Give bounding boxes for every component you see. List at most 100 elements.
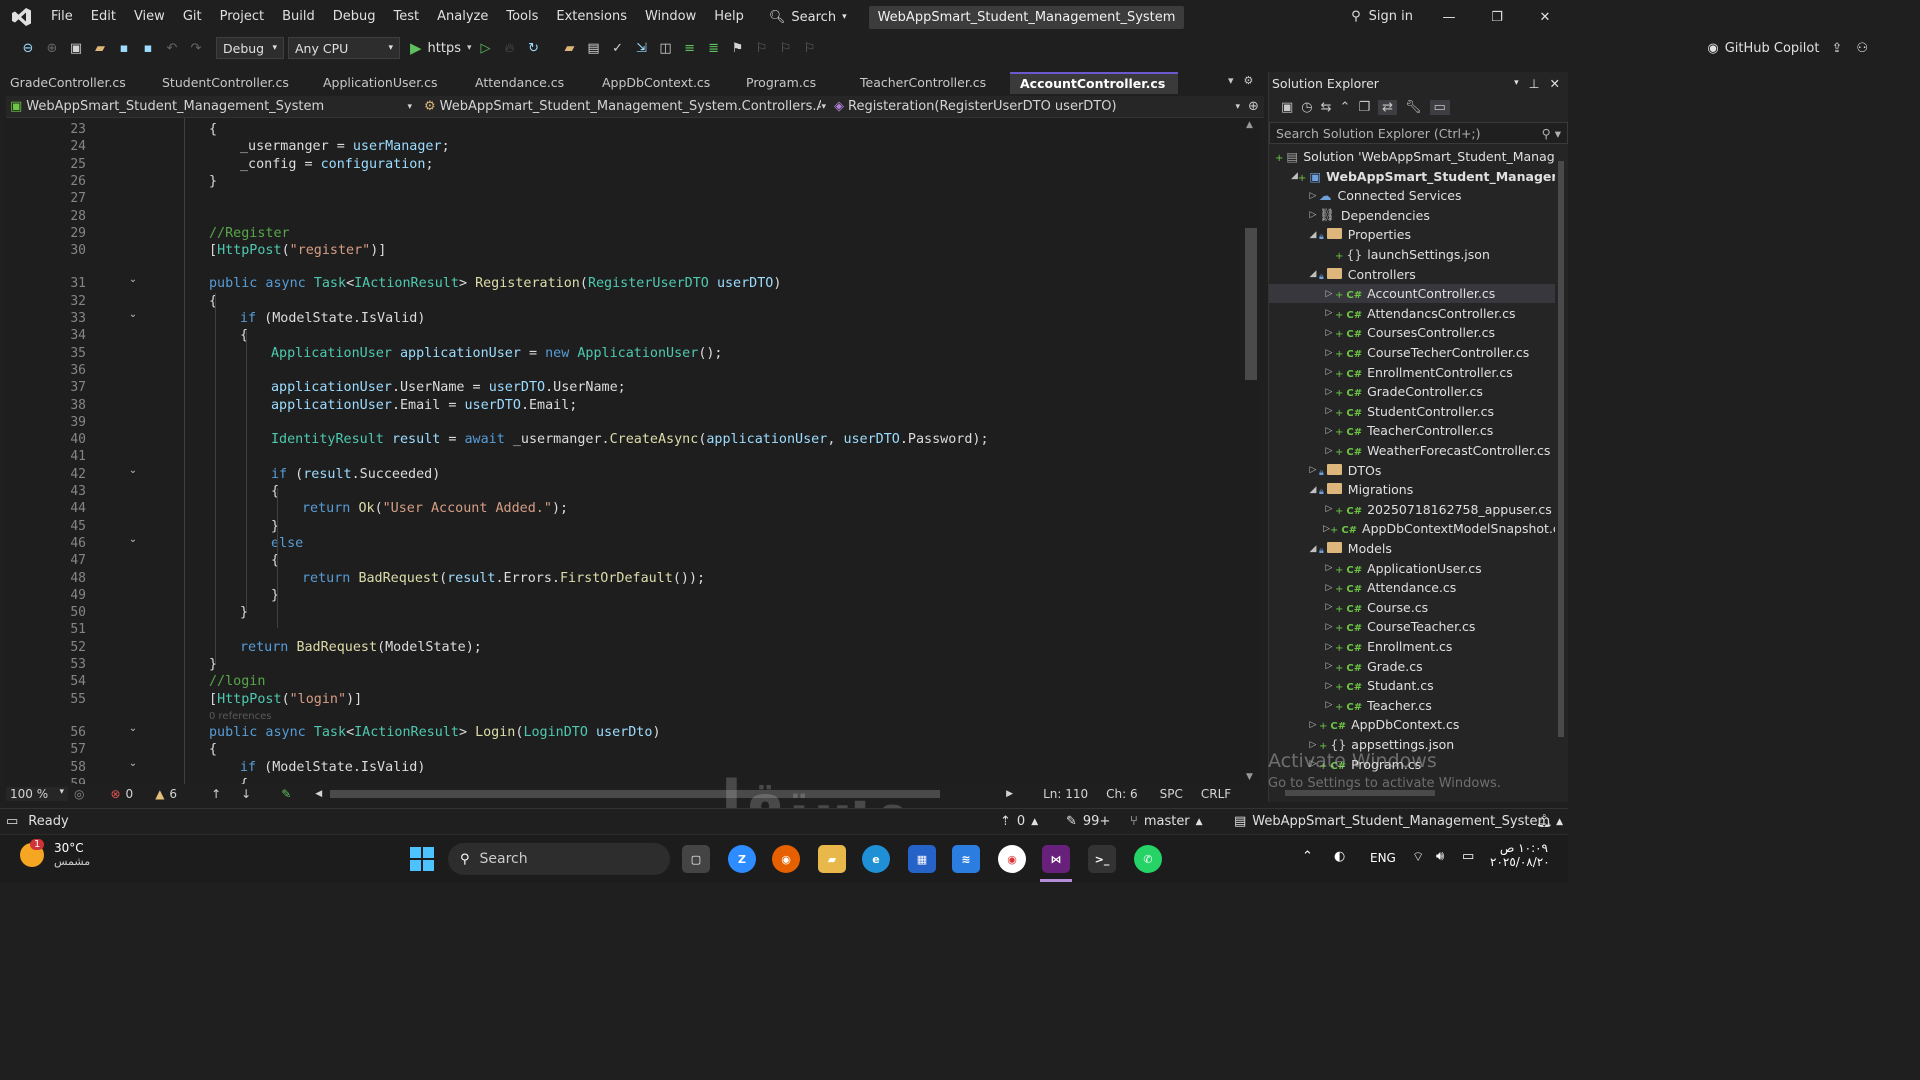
code-line[interactable]: if (ModelState.IsValid) [240,759,425,776]
copilot-status-icon[interactable]: ◎ [74,787,84,801]
start-button[interactable] [410,847,434,871]
tree-item-course-cs[interactable]: ▷ + C# Course.cs [1269,598,1555,617]
tree-item-weatherforecastcontroller-cs[interactable]: ▷ + C# WeatherForecastController.cs [1269,441,1555,460]
bookmark-next-icon[interactable]: ⚐ [776,38,796,58]
close-panel-icon[interactable]: ✕ [1550,76,1560,91]
column-indicator[interactable]: Ch: 6 [1106,787,1137,801]
restore-button[interactable]: ❐ [1474,0,1520,34]
feedback-icon[interactable]: ⚇ [1856,41,1868,56]
solution-search-input[interactable]: Search Solution Explorer (Ctrl+;) ⚲ ▾ [1269,122,1568,144]
collapsed-arrow-icon[interactable]: ▷ [1307,210,1319,220]
tree-item-courseteacher-cs[interactable]: ▷ + C# CourseTeacher.cs [1269,617,1555,636]
collapsed-arrow-icon[interactable]: ▷ [1323,602,1335,612]
close-window-button[interactable]: ✕ [1522,0,1568,34]
code-line[interactable]: public async Task<IActionResult> Login(L… [209,724,661,741]
tree-item-migrations[interactable]: ◢ 🔒︎ Migrations [1269,480,1555,499]
changes-indicator[interactable]: ✎ 99+ [1066,814,1110,829]
code-line[interactable]: applicationUser.Email = userDTO.Email; [271,397,577,414]
network-status-icon[interactable]: ◐ [1334,849,1345,864]
configuration-dropdown[interactable]: Debug ▾ [216,37,284,59]
zoom-app-icon[interactable]: Z [728,845,756,873]
collapsed-arrow-icon[interactable]: ▷ [1323,622,1335,632]
filter-icon[interactable]: ⇄ [1378,99,1398,115]
code-editor[interactable]: 23 24 25 26 27 28 29 30 31 32 33 34 35 36 37 38 39 40 41 42… [6,118,1244,784]
chrome-app-icon[interactable]: ◉ [998,845,1026,873]
forward-nav-icon[interactable]: ⊕ [42,38,62,58]
tree-item-dependencies[interactable]: ▷ ⛓︎ Dependencies [1269,206,1555,225]
tree-item-grade-cs[interactable]: ▷ + C# Grade.cs [1269,657,1555,676]
expanded-arrow-icon[interactable]: ◢ [1307,269,1319,279]
code-line[interactable]: //login [209,673,265,690]
split-icon[interactable]: ⊕ [1248,99,1264,114]
store-app-icon[interactable]: ▦ [908,845,936,873]
collapsed-arrow-icon[interactable]: ▷ [1323,563,1335,573]
tree-item-solution-webappsmart-student-manageme[interactable]: + ▤ Solution 'WebAppSmart_Student_Manageme [1269,147,1555,166]
menu-build[interactable]: Build [273,0,324,34]
sync-icon[interactable]: ⇆ [1321,100,1332,115]
edge-app-icon[interactable]: e [862,845,890,873]
hscroll-left-icon[interactable]: ◀ [315,789,322,799]
menu-git[interactable]: Git [174,0,211,34]
collapsed-arrow-icon[interactable]: ▷ [1323,406,1335,416]
code-line[interactable]: } [209,173,217,190]
restart-icon[interactable]: ↻ [524,38,544,58]
tab-studentcontroller[interactable]: StudentController.cs [152,72,313,94]
menu-file[interactable]: File [42,0,82,34]
outdent-icon[interactable]: ≣ [704,38,724,58]
branch-indicator[interactable]: ⑂ master ▲ [1130,814,1203,829]
code-line[interactable]: { [240,776,248,784]
tree-item-appdbcontext-cs[interactable]: ▷ + C# AppDbContext.cs [1269,715,1555,734]
settings-gear-icon[interactable]: ⚙ [1244,74,1254,87]
expanded-arrow-icon[interactable]: ◢ [1291,171,1298,181]
tree-item-webappsmart-student-management-s[interactable]: ◢+▣WebAppSmart_Student_Management_S [1269,167,1555,186]
scroll-up-icon[interactable]: ▲ [1246,120,1253,130]
collapsed-arrow-icon[interactable]: ▷ [1307,740,1319,750]
collapsed-arrow-icon[interactable]: ▷ [1323,289,1335,299]
menu-debug[interactable]: Debug [324,0,385,34]
open-folder-icon[interactable]: ▰ [90,38,110,58]
tree-item-teachercontroller-cs[interactable]: ▷ + C# TeacherController.cs [1269,421,1555,440]
hot-reload-icon[interactable]: 🔥︎ [500,38,520,58]
tree-item-dtos[interactable]: ▷ 🔒︎ DTOs [1269,461,1555,480]
sign-in-button[interactable]: ⚲ Sign in [1351,0,1413,34]
menu-view[interactable]: View [125,0,174,34]
tree-item-launchsettings-json[interactable]: +{} launchSettings.json [1269,245,1555,264]
wifi-icon[interactable]: ⌔ [1412,849,1424,865]
fold-toggle-icon[interactable]: ⌄ [126,309,140,323]
redo-icon[interactable]: ↷ [186,38,206,58]
collapsed-arrow-icon[interactable]: ▷ [1307,720,1319,730]
tab-list-icon[interactable]: ▾ [1228,74,1234,87]
cleanup-icon[interactable]: ✎ [281,787,291,801]
menu-analyze[interactable]: Analyze [428,0,497,34]
code-line[interactable]: { [209,121,217,138]
indent-icon[interactable]: ≡ [680,38,700,58]
references-hint[interactable]: 0 references [209,711,272,722]
code-line[interactable]: IdentityResult result = await _usermange… [271,431,989,448]
step-icon[interactable]: ⇲ [632,38,652,58]
scroll-thumb[interactable] [1245,228,1257,380]
volume-icon[interactable]: 🔊︎ [1436,849,1444,864]
bookmark-clear-icon[interactable]: ⚐ [800,38,820,58]
save-icon[interactable]: ▪ [114,38,134,58]
back-nav-icon[interactable]: ⊖ [18,38,38,58]
tree-item-gradecontroller-cs[interactable]: ▷ + C# GradeController.cs [1269,382,1555,401]
fold-toggle-icon[interactable]: ⌄ [126,465,140,479]
tab-program[interactable]: Program.cs [736,72,850,94]
scroll-down-icon[interactable]: ▼ [1246,772,1253,782]
bookmark-prev-icon[interactable]: ⚐ [752,38,772,58]
code-line[interactable]: else [271,535,303,552]
code-line[interactable]: ApplicationUser applicationUser = new Ap… [271,345,723,362]
code-line[interactable]: if (result.Succeeded) [271,466,440,483]
code-line[interactable]: _usermanger = userManager; [240,138,450,155]
show-all-files-icon[interactable]: ❐ [1358,100,1370,115]
hscroll-right-icon[interactable]: ▶ [1006,789,1013,799]
layout-icon[interactable]: ▤ [584,38,604,58]
collapsed-arrow-icon[interactable]: ▷ [1323,387,1335,397]
minimize-button[interactable]: — [1426,0,1472,34]
repo-indicator[interactable]: ▤ WebAppSmart_Student_Management_System … [1234,814,1563,829]
collapsed-arrow-icon[interactable]: ▷ [1323,583,1335,593]
run-button[interactable]: ▶ https ▾ [410,39,472,57]
tab-teachercontroller[interactable]: TeacherController.cs [850,72,1010,94]
tree-item-coursescontroller-cs[interactable]: ▷ + C# CoursesController.cs [1269,323,1555,342]
expanded-arrow-icon[interactable]: ◢ [1307,485,1319,495]
